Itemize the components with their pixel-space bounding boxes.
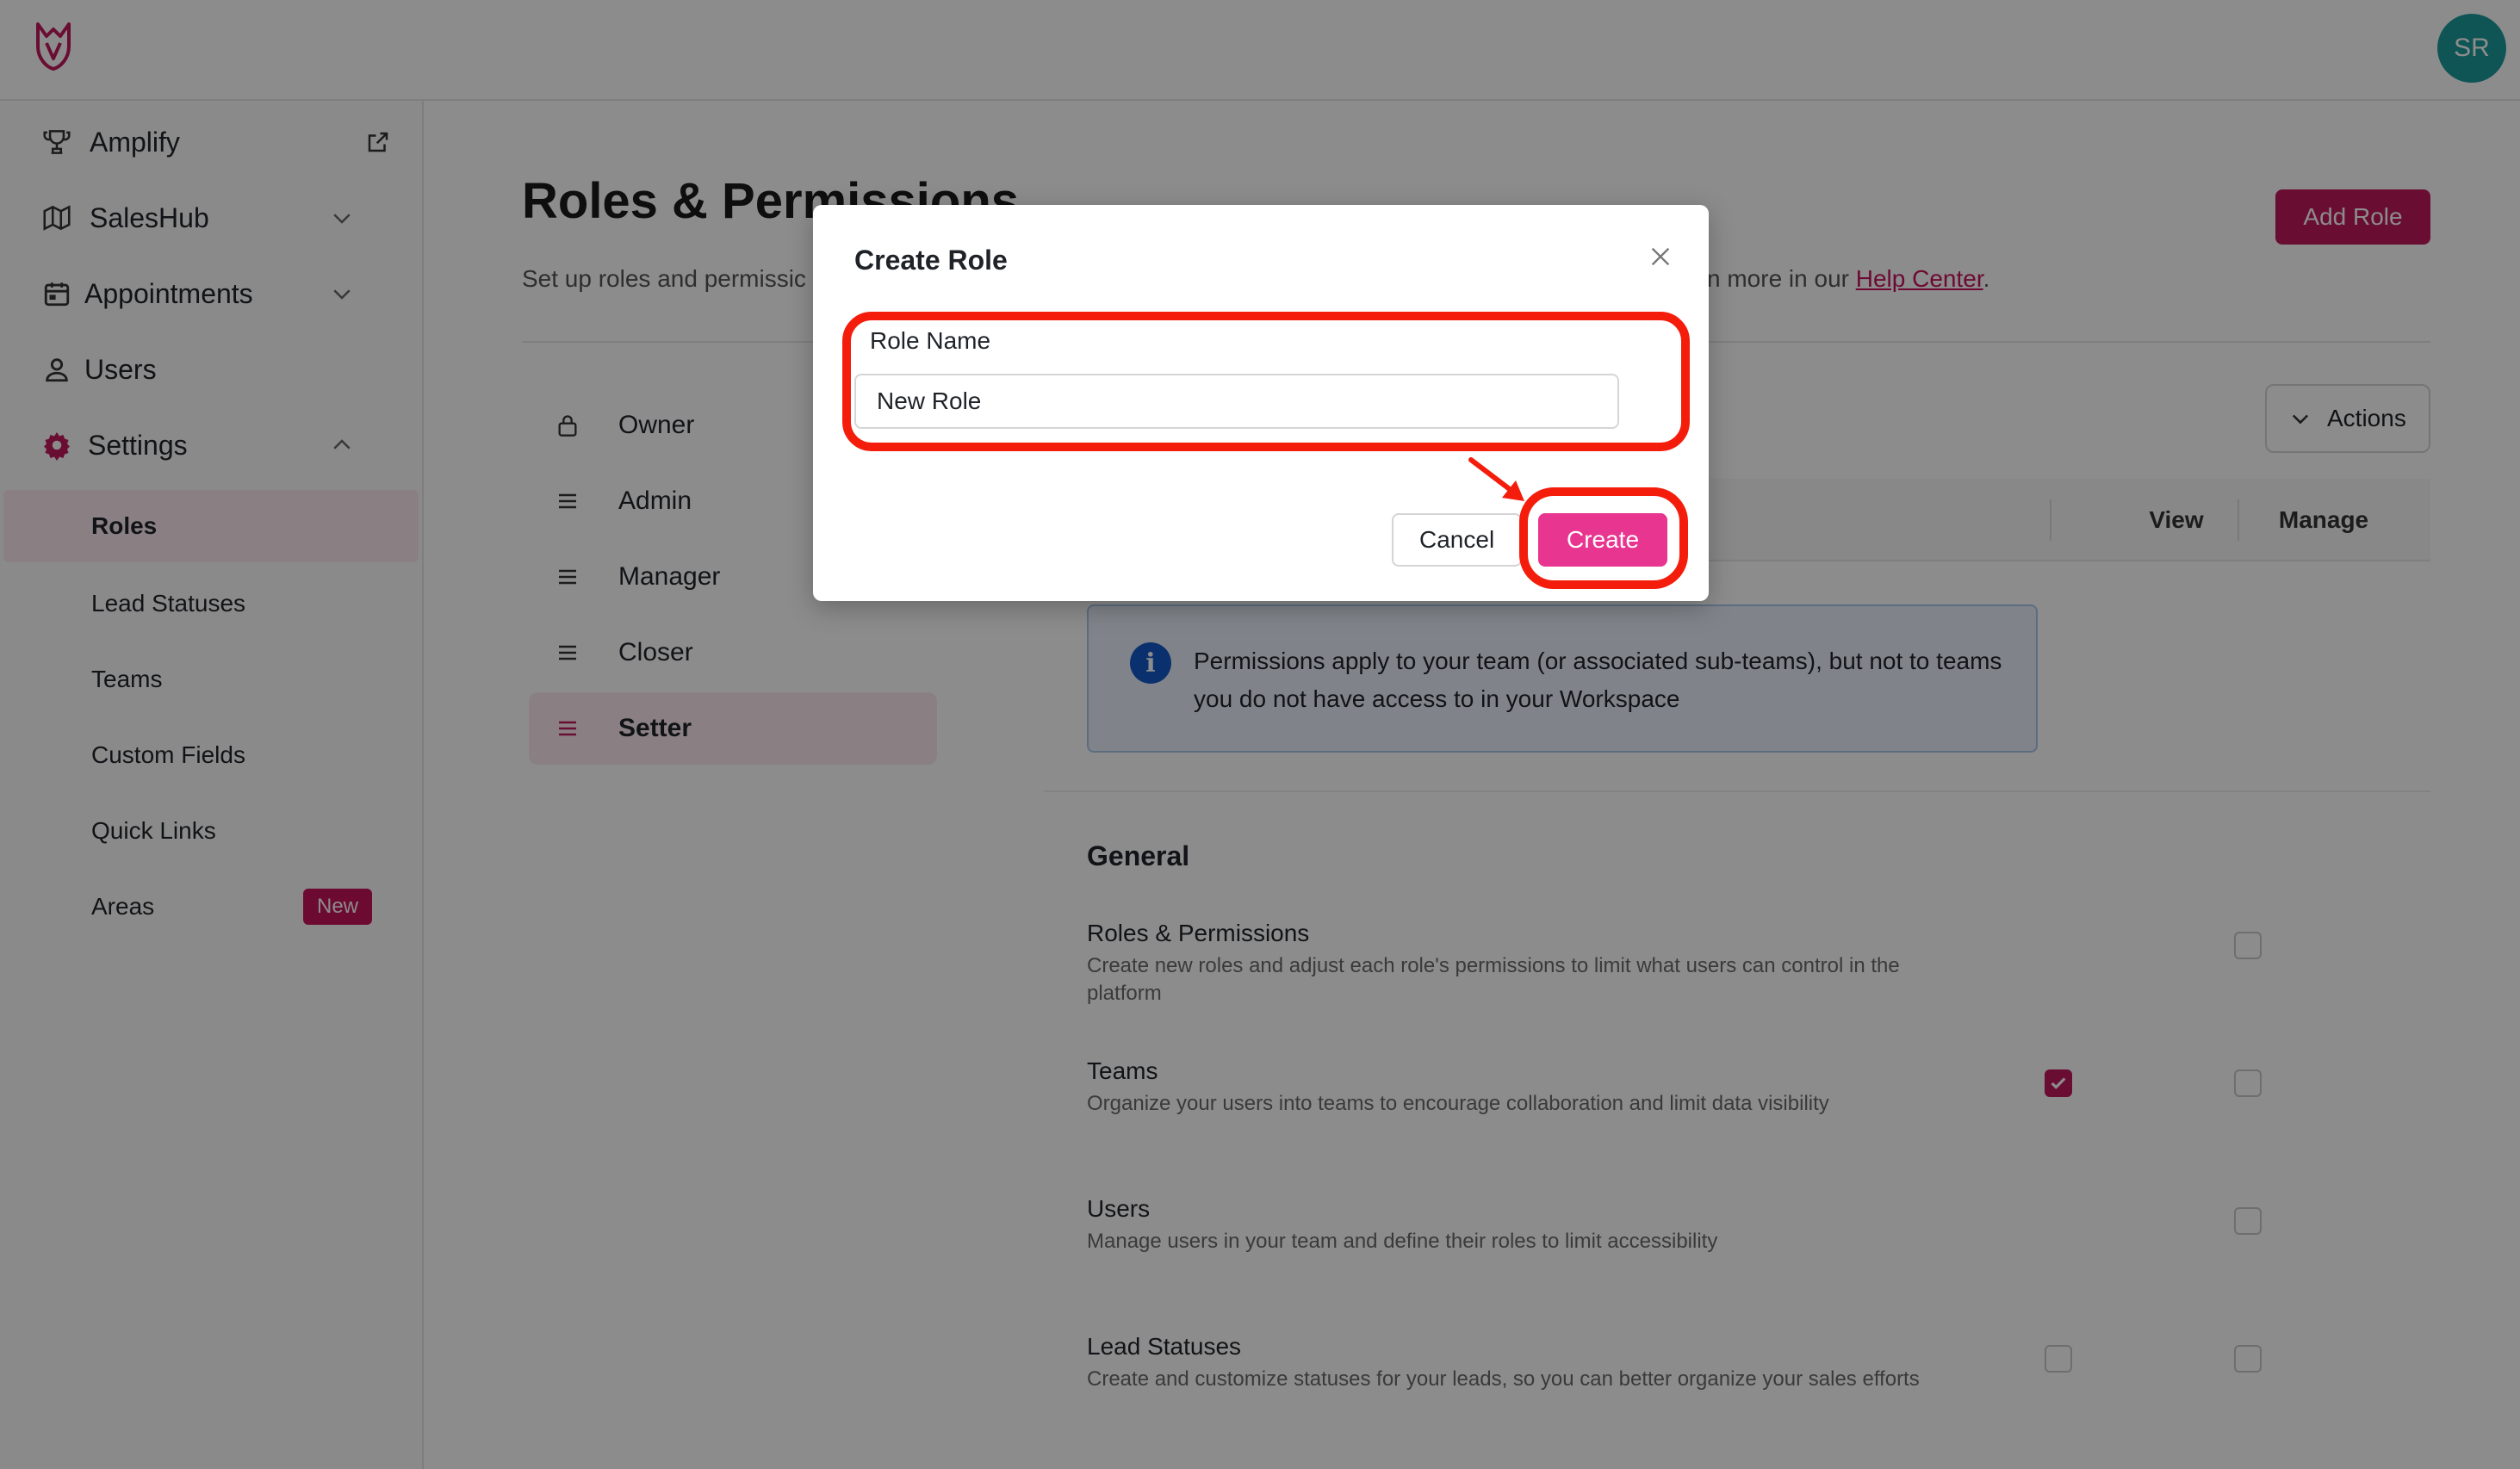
highlight-create-button	[1519, 487, 1688, 589]
close-icon[interactable]	[1640, 236, 1681, 277]
cancel-button[interactable]: Cancel	[1392, 513, 1523, 567]
highlight-role-name	[842, 312, 1690, 451]
dialog-title: Create Role	[854, 245, 1008, 276]
arrow-icon	[1468, 457, 1524, 501]
